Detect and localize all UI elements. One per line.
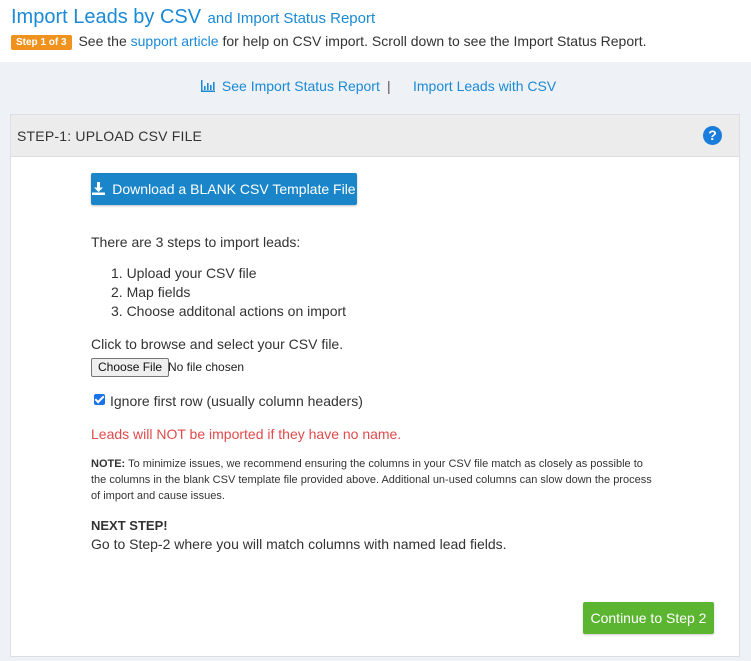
steps-intro: There are 3 steps to import leads: xyxy=(91,234,301,250)
download-icon xyxy=(92,181,112,197)
header-subline: Step 1 of 3 See the support article for … xyxy=(11,33,647,50)
choose-file-button[interactable]: Choose File xyxy=(91,358,170,377)
step-item-2: 2. Map fields xyxy=(111,284,191,300)
download-blank-csv-template-button[interactable]: Download a BLANK CSV Template File xyxy=(91,173,357,205)
subline-pre-text: See the xyxy=(78,33,127,49)
ignore-first-row-label[interactable]: Ignore first row (usually column headers… xyxy=(110,393,363,409)
panel-title: STEP-1: UPLOAD CSV FILE xyxy=(17,128,203,144)
step-item-3: 3. Choose additonal actions on import xyxy=(111,303,347,319)
ignore-first-row-checkbox[interactable] xyxy=(94,394,105,405)
page-title: Import Leads by CSV and Import Status Re… xyxy=(11,6,375,29)
download-button-label: Download a BLANK CSV Template File xyxy=(112,181,356,197)
see-import-status-report-link[interactable]: See Import Status Report xyxy=(201,78,380,94)
page-header: Import Leads by CSV and Import Status Re… xyxy=(0,0,751,62)
help-icon[interactable]: ? xyxy=(703,126,722,145)
no-name-warning: Leads will NOT be imported if they have … xyxy=(91,426,402,442)
note-label: NOTE: xyxy=(91,458,126,470)
browse-instruction: Click to browse and select your CSV file… xyxy=(91,336,344,352)
upload-csv-panel: STEP-1: UPLOAD CSV FILE ? Download a BLA… xyxy=(10,114,740,657)
link-separator: | xyxy=(387,78,391,94)
note-paragraph: NOTE: To minimize issues, we recommend e… xyxy=(91,456,661,504)
see-import-status-report-label: See Import Status Report xyxy=(221,78,380,94)
subline-post-text: for help on CSV import. Scroll down to s… xyxy=(222,33,647,49)
page-title-sub: and Import Status Report xyxy=(207,10,376,27)
next-step-title: NEXT STEP! xyxy=(91,518,168,533)
no-file-chosen-text: No file chosen xyxy=(168,360,245,374)
panel-header: STEP-1: UPLOAD CSV FILE ? xyxy=(11,115,739,157)
import-leads-with-csv-link[interactable]: Import Leads with CSV xyxy=(413,78,556,94)
note-text: To minimize issues, we recommend ensurin… xyxy=(91,458,652,502)
support-article-link[interactable]: support article xyxy=(131,33,219,49)
continue-to-step-2-button[interactable]: Continue to Step 2 xyxy=(583,602,714,634)
step-badge: Step 1 of 3 xyxy=(11,35,72,50)
bar-chart-icon xyxy=(201,78,222,94)
step-item-1: 1. Upload your CSV file xyxy=(111,265,257,281)
next-step-text: Go to Step-2 where you will match column… xyxy=(91,536,507,552)
page-title-main: Import Leads by CSV xyxy=(11,6,202,28)
